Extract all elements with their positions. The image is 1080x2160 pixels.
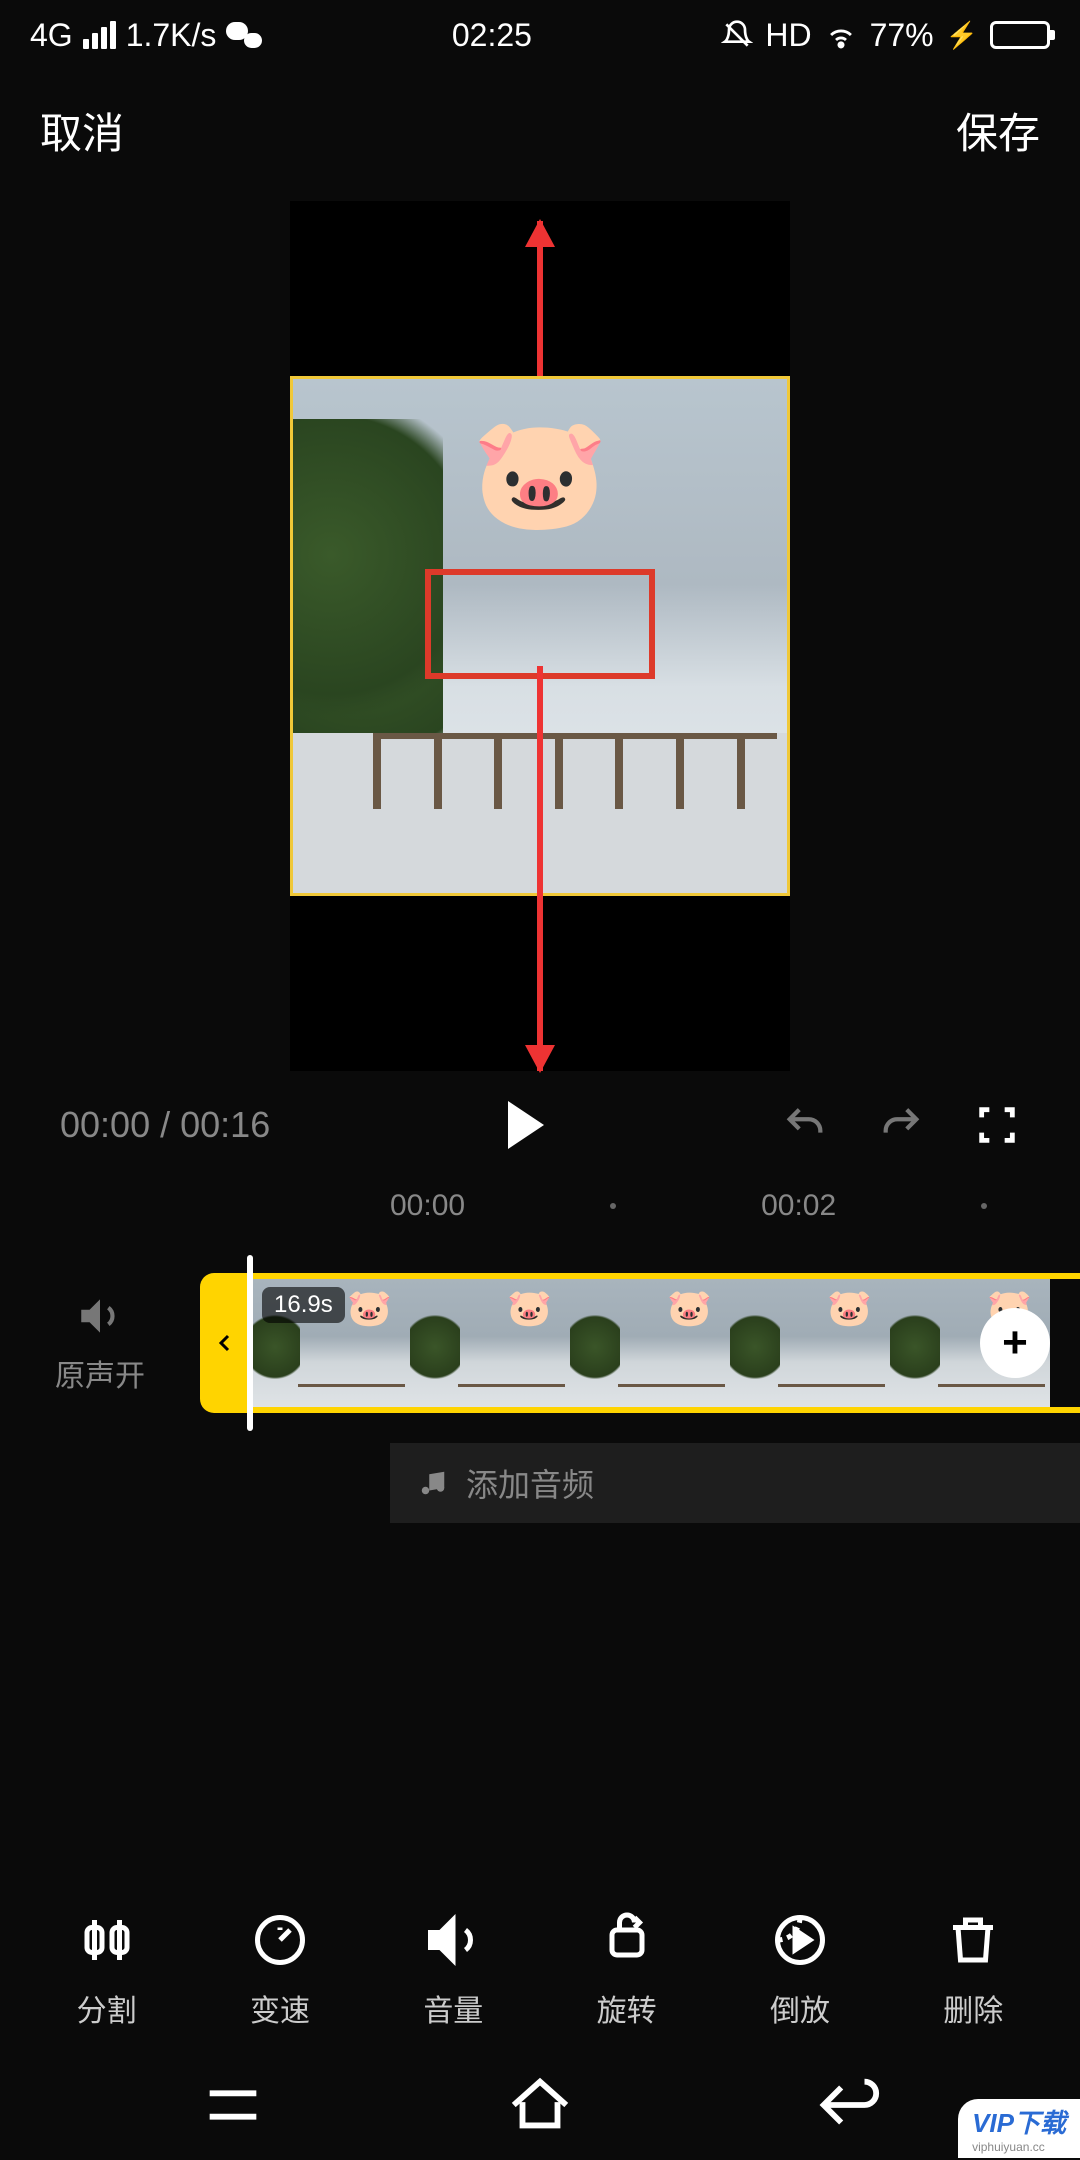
- editor-header: 取消 保存: [0, 70, 1080, 181]
- playback-controls: 00:00 / 00:16: [0, 1071, 1080, 1169]
- pig-sticker[interactable]: 🐷: [472, 419, 609, 529]
- clip-thumbnails[interactable]: 🐷 🐷 🐷 🐷 🐷: [250, 1273, 1080, 1413]
- volume-icon: [423, 1910, 483, 1970]
- battery-icon: [990, 21, 1050, 49]
- video-clip[interactable]: 16.9s 🐷 🐷 🐷 🐷 🐷 +: [200, 1273, 1080, 1413]
- play-icon: [508, 1101, 544, 1149]
- time-display: 00:00 / 00:16: [60, 1104, 270, 1146]
- save-button[interactable]: 保存: [956, 100, 1040, 161]
- preview-scene-fence: [373, 733, 777, 803]
- arrow-down-annotation: [537, 666, 543, 1071]
- timeline-ruler: 00:00 00:02: [0, 1169, 1080, 1243]
- ruler-dot: [610, 1203, 616, 1209]
- undo-button[interactable]: [782, 1102, 828, 1148]
- status-time: 02:25: [452, 17, 532, 54]
- chevron-left-icon: [213, 1323, 237, 1363]
- network-speed: 1.7K/s: [126, 17, 217, 54]
- playhead[interactable]: [247, 1255, 253, 1431]
- selection-box-annotation: [425, 569, 655, 679]
- clip-duration-badge: 16.9s: [262, 1287, 345, 1323]
- add-audio-label: 添加音频: [466, 1460, 594, 1506]
- back-button[interactable]: [812, 2070, 882, 2140]
- watermark-url: viphuiyuan.cc: [972, 2140, 1066, 2154]
- redo-button[interactable]: [878, 1102, 924, 1148]
- fullscreen-button[interactable]: [974, 1102, 1020, 1148]
- play-button[interactable]: [508, 1101, 544, 1149]
- watermark-brand: VIP下载: [972, 2108, 1066, 2138]
- thumbnail-frame: 🐷: [570, 1279, 730, 1407]
- rotate-icon: [597, 1910, 657, 1970]
- volume-tool[interactable]: 音量: [423, 1910, 483, 2030]
- sound-label: 原声开: [0, 1351, 200, 1395]
- original-sound-toggle[interactable]: 原声开: [0, 1291, 200, 1395]
- ruler-tick-1: 00:02: [761, 1189, 836, 1223]
- wechat-icon: [226, 20, 262, 50]
- menu-button[interactable]: [198, 2070, 268, 2140]
- current-time: 00:00: [60, 1104, 150, 1145]
- timeline: 原声开 16.9s 🐷 🐷 🐷 🐷 🐷 +: [0, 1243, 1080, 1413]
- bell-off-icon: [721, 19, 753, 51]
- reverse-icon: [770, 1910, 830, 1970]
- add-clip-button[interactable]: +: [980, 1308, 1050, 1378]
- ruler-tick-0: 00:00: [390, 1189, 465, 1223]
- trash-icon: [943, 1910, 1003, 1970]
- speed-tool[interactable]: 变速: [250, 1910, 310, 2030]
- split-icon: [77, 1910, 137, 1970]
- clip-left-handle[interactable]: [200, 1273, 250, 1413]
- cancel-button[interactable]: 取消: [40, 100, 124, 161]
- watermark: VIP下载 viphuiyuan.cc: [958, 2099, 1080, 2158]
- preview-scene-tree: [290, 419, 443, 759]
- hd-indicator: HD: [765, 17, 811, 54]
- ruler-dot: [981, 1203, 987, 1209]
- edit-toolbar: 分割 变速 音量 旋转 倒放 删除: [0, 1910, 1080, 2030]
- total-time: 00:16: [180, 1104, 270, 1145]
- music-note-icon: [418, 1468, 448, 1498]
- status-right: HD 77% ⚡: [721, 17, 1050, 54]
- system-nav-bar: [0, 2050, 1080, 2160]
- thumbnail-frame: 🐷: [410, 1279, 570, 1407]
- charging-icon: ⚡: [946, 20, 978, 51]
- signal-icon: [83, 21, 116, 49]
- battery-percent: 77%: [870, 17, 934, 54]
- rotate-tool[interactable]: 旋转: [597, 1910, 657, 2030]
- thumbnail-frame: 🐷: [730, 1279, 890, 1407]
- speaker-icon: [75, 1291, 125, 1341]
- status-left: 4G 1.7K/s: [30, 17, 262, 54]
- delete-tool[interactable]: 删除: [943, 1910, 1003, 2030]
- network-type: 4G: [30, 17, 73, 54]
- home-button[interactable]: [505, 2070, 575, 2140]
- status-bar: 4G 1.7K/s 02:25 HD 77% ⚡: [0, 0, 1080, 70]
- speed-icon: [250, 1910, 310, 1970]
- plus-icon: +: [1002, 1318, 1028, 1368]
- add-audio-track[interactable]: 添加音频: [390, 1443, 1080, 1523]
- wifi-icon: [824, 18, 858, 52]
- split-tool[interactable]: 分割: [77, 1910, 137, 2030]
- video-preview[interactable]: 🐷: [290, 201, 790, 1071]
- reverse-tool[interactable]: 倒放: [770, 1910, 830, 2030]
